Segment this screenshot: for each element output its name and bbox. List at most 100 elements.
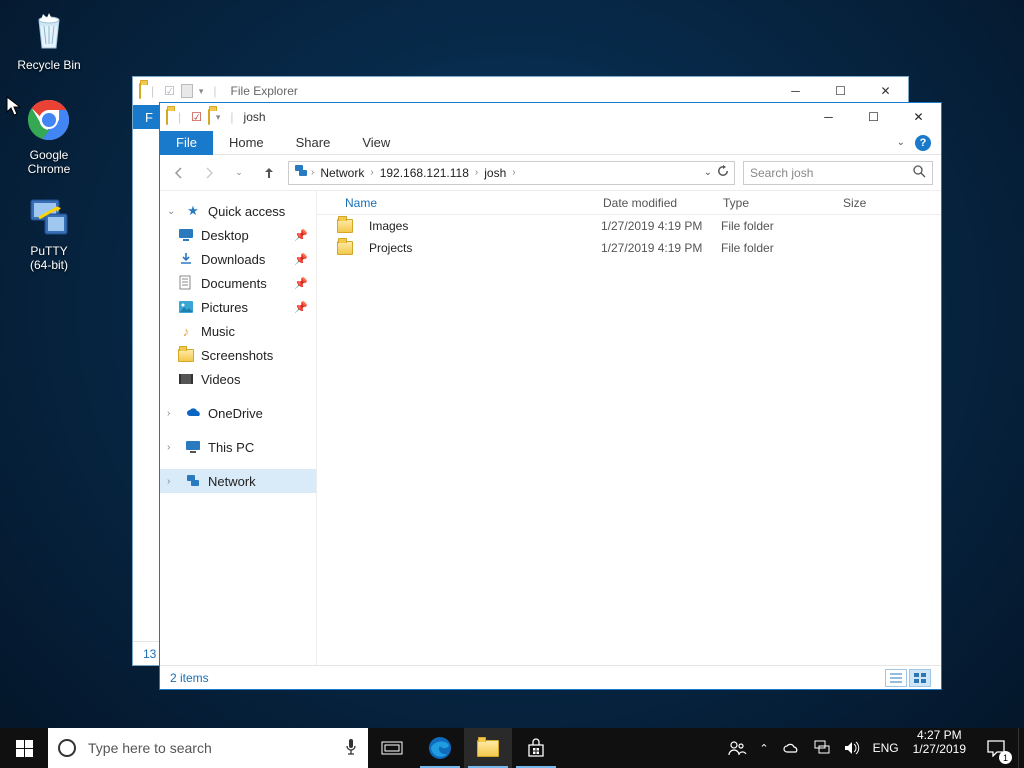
- taskbar-edge[interactable]: [416, 728, 464, 768]
- taskbar-search[interactable]: Type here to search: [48, 728, 368, 768]
- nav-this-pc[interactable]: › This PC: [160, 435, 316, 459]
- system-tray: ⌃ ENG: [721, 728, 904, 768]
- desktop-icon-recycle-bin[interactable]: Recycle Bin: [10, 6, 88, 72]
- nav-quick-access[interactable]: ⌄ ★ Quick access: [160, 199, 316, 223]
- start-button[interactable]: [0, 728, 48, 768]
- desktop-icon-label: Google Chrome: [10, 148, 88, 177]
- nav-forward-button[interactable]: [198, 162, 220, 184]
- taskbar-file-explorer[interactable]: [464, 728, 512, 768]
- nav-item-music[interactable]: ♪ Music: [160, 319, 316, 343]
- pin-icon: 📌: [294, 253, 308, 266]
- refresh-button[interactable]: [716, 164, 730, 181]
- tray-people-icon[interactable]: [727, 739, 747, 757]
- qat-checkbox-icon[interactable]: ☑: [191, 110, 202, 124]
- file-row[interactable]: Images 1/27/2019 4:19 PM File folder: [317, 215, 941, 237]
- nav-item-downloads[interactable]: Downloads 📌: [160, 247, 316, 271]
- clock-time: 4:27 PM: [913, 728, 966, 742]
- ribbon-tab-home[interactable]: Home: [213, 131, 280, 155]
- pc-icon: [185, 439, 201, 455]
- chevron-right-icon[interactable]: ›: [311, 167, 314, 178]
- nav-item-desktop[interactable]: Desktop 📌: [160, 223, 316, 247]
- music-icon: ♪: [178, 323, 194, 339]
- nav-up-button[interactable]: [258, 162, 280, 184]
- desktop-icon-label: PuTTY (64-bit): [10, 244, 88, 273]
- file-date: 1/27/2019 4:19 PM: [593, 241, 713, 255]
- titlebar[interactable]: | ☑ ▾ | josh ─ ☐ ✕: [160, 103, 941, 131]
- nav-item-screenshots[interactable]: Screenshots: [160, 343, 316, 367]
- task-view-button[interactable]: [368, 728, 416, 768]
- column-date[interactable]: Date modified: [595, 196, 715, 210]
- chevron-right-icon[interactable]: ›: [512, 167, 515, 178]
- tray-overflow-icon[interactable]: ⌃: [759, 742, 768, 755]
- recycle-bin-icon: [25, 6, 73, 54]
- qat-checkbox-icon[interactable]: ☑: [164, 84, 175, 98]
- breadcrumb-host[interactable]: 192.168.121.118: [376, 166, 473, 180]
- show-desktop-button[interactable]: [1018, 728, 1024, 768]
- column-name[interactable]: Name: [337, 196, 595, 210]
- nav-network[interactable]: › Network: [160, 469, 316, 493]
- ribbon-tab-view[interactable]: View: [346, 131, 406, 155]
- nav-recent-dropdown[interactable]: ⌄: [228, 162, 250, 184]
- pin-icon: 📌: [294, 229, 308, 242]
- app-icon: [166, 110, 168, 124]
- maximize-button[interactable]: ☐: [818, 77, 863, 105]
- ribbon-tab-share[interactable]: Share: [280, 131, 347, 155]
- nav-item-pictures[interactable]: Pictures 📌: [160, 295, 316, 319]
- taskbar-store[interactable]: [512, 728, 560, 768]
- maximize-button[interactable]: ☐: [851, 103, 896, 131]
- minimize-button[interactable]: ─: [773, 77, 818, 105]
- ribbon-expand-icon[interactable]: ⌄: [897, 137, 905, 148]
- view-large-button[interactable]: [909, 669, 931, 687]
- clock-date: 1/27/2019: [913, 742, 966, 756]
- navigation-pane[interactable]: ⌄ ★ Quick access Desktop 📌 Downloads 📌 D…: [160, 191, 317, 665]
- pictures-icon: [178, 299, 194, 315]
- status-bar: 2 items: [160, 665, 941, 689]
- nav-item-documents[interactable]: Documents 📌: [160, 271, 316, 295]
- folder-icon: [477, 740, 499, 757]
- breadcrumb-share[interactable]: josh: [480, 166, 510, 180]
- action-center-button[interactable]: 1: [974, 728, 1018, 768]
- help-icon[interactable]: ?: [915, 135, 931, 151]
- close-button[interactable]: ✕: [863, 77, 908, 105]
- microphone-icon[interactable]: [344, 738, 358, 759]
- breadcrumb-network[interactable]: Network: [316, 166, 368, 180]
- tray-network-icon[interactable]: [813, 740, 831, 756]
- file-explorer-window[interactable]: | ☑ ▾ | josh ─ ☐ ✕ File Home Share View …: [159, 102, 942, 690]
- cortana-icon: [58, 739, 76, 757]
- minimize-button[interactable]: ─: [806, 103, 851, 131]
- search-placeholder: Search josh: [750, 166, 813, 180]
- close-button[interactable]: ✕: [896, 103, 941, 131]
- file-type: File folder: [713, 241, 833, 255]
- file-name: Images: [361, 219, 593, 233]
- file-name: Projects: [361, 241, 593, 255]
- qat-item-icon[interactable]: [181, 84, 193, 98]
- nav-item-videos[interactable]: Videos: [160, 367, 316, 391]
- file-list: Name Date modified Type Size Images 1/27…: [317, 191, 941, 665]
- tray-language[interactable]: ENG: [873, 741, 899, 755]
- column-size[interactable]: Size: [835, 196, 915, 210]
- qat-dropdown-icon[interactable]: ▾: [216, 112, 221, 123]
- nav-onedrive[interactable]: › OneDrive: [160, 401, 316, 425]
- ribbon: File Home Share View ⌄ ?: [160, 131, 941, 155]
- view-details-button[interactable]: [885, 669, 907, 687]
- chevron-right-icon[interactable]: ›: [370, 167, 373, 178]
- titlebar[interactable]: | ☑ ▾ | File Explorer ─ ☐ ✕: [133, 77, 908, 105]
- ribbon-tab-file[interactable]: File: [160, 131, 213, 155]
- address-dropdown-icon[interactable]: ⌄: [704, 167, 712, 178]
- search-input[interactable]: Search josh: [743, 161, 933, 185]
- desktop-icon-putty[interactable]: PuTTY (64-bit): [10, 192, 88, 273]
- tray-onedrive-icon[interactable]: [781, 741, 801, 755]
- file-row[interactable]: Projects 1/27/2019 4:19 PM File folder: [317, 237, 941, 259]
- taskbar-clock[interactable]: 4:27 PM 1/27/2019: [905, 728, 974, 768]
- qat-folder-icon[interactable]: [208, 110, 210, 124]
- nav-back-button[interactable]: [168, 162, 190, 184]
- qat-dropdown-icon[interactable]: ▾: [199, 86, 204, 97]
- column-type[interactable]: Type: [715, 196, 835, 210]
- tray-volume-icon[interactable]: [843, 740, 861, 756]
- breadcrumb-box[interactable]: › Network › 192.168.121.118 › josh › ⌄: [288, 161, 735, 185]
- pin-icon: 📌: [294, 301, 308, 314]
- chevron-right-icon[interactable]: ›: [475, 167, 478, 178]
- folder-icon: [337, 219, 353, 233]
- search-icon: [912, 164, 926, 181]
- downloads-icon: [178, 251, 194, 267]
